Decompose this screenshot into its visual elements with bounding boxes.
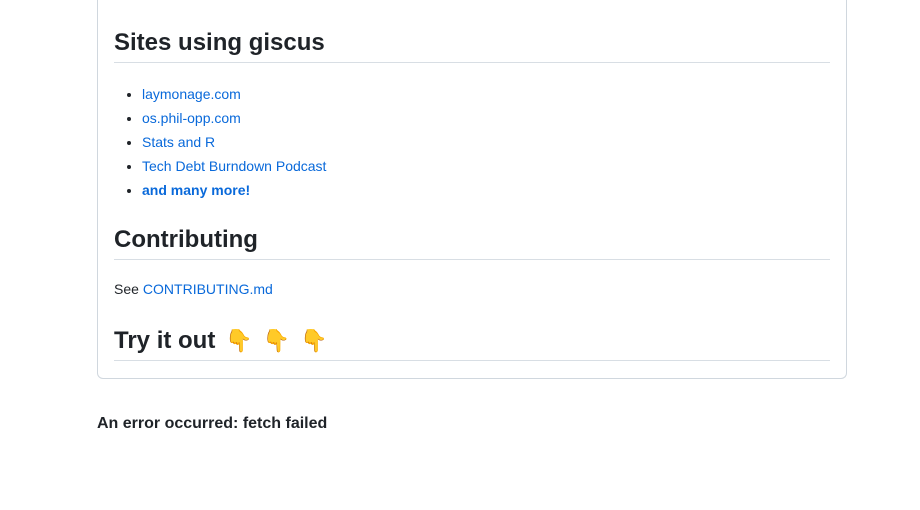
contributing-text: See CONTRIBUTING.md: [114, 279, 273, 299]
list-item: Tech Debt Burndown Podcast: [142, 154, 326, 178]
site-link-tech-debt[interactable]: Tech Debt Burndown Podcast: [142, 158, 326, 174]
site-link-phil-opp[interactable]: os.phil-opp.com: [142, 110, 241, 126]
list-item: and many more!: [142, 178, 326, 202]
pointing-down-icon: 👇: [225, 328, 253, 353]
contributing-link[interactable]: CONTRIBUTING.md: [143, 281, 273, 297]
readme-card: Sites using giscus laymonage.com os.phil…: [97, 0, 847, 379]
site-link-stats-and-r[interactable]: Stats and R: [142, 134, 215, 150]
sites-list: laymonage.com os.phil-opp.com Stats and …: [114, 82, 326, 202]
error-message: An error occurred: fetch failed: [97, 415, 328, 432]
contributing-prefix: See: [114, 281, 139, 297]
contributing-heading: Contributing: [114, 225, 830, 260]
pointing-down-icon: 👇: [262, 328, 291, 353]
page: Sites using giscus laymonage.com os.phil…: [0, 0, 920, 510]
site-link-laymonage[interactable]: laymonage.com: [142, 86, 241, 102]
try-it-out-title: Try it out: [114, 327, 216, 354]
list-item: laymonage.com: [142, 82, 326, 106]
try-it-out-heading: Try it out 👇 👇 👇: [114, 326, 830, 361]
more-sites-link[interactable]: and many more!: [142, 182, 250, 198]
pointing-down-icon: 👇: [300, 328, 328, 353]
list-item: Stats and R: [142, 130, 326, 154]
sites-heading: Sites using giscus: [114, 28, 830, 63]
list-item: os.phil-opp.com: [142, 106, 326, 130]
pointing-down-emojis: 👇 👇 👇: [225, 326, 327, 356]
